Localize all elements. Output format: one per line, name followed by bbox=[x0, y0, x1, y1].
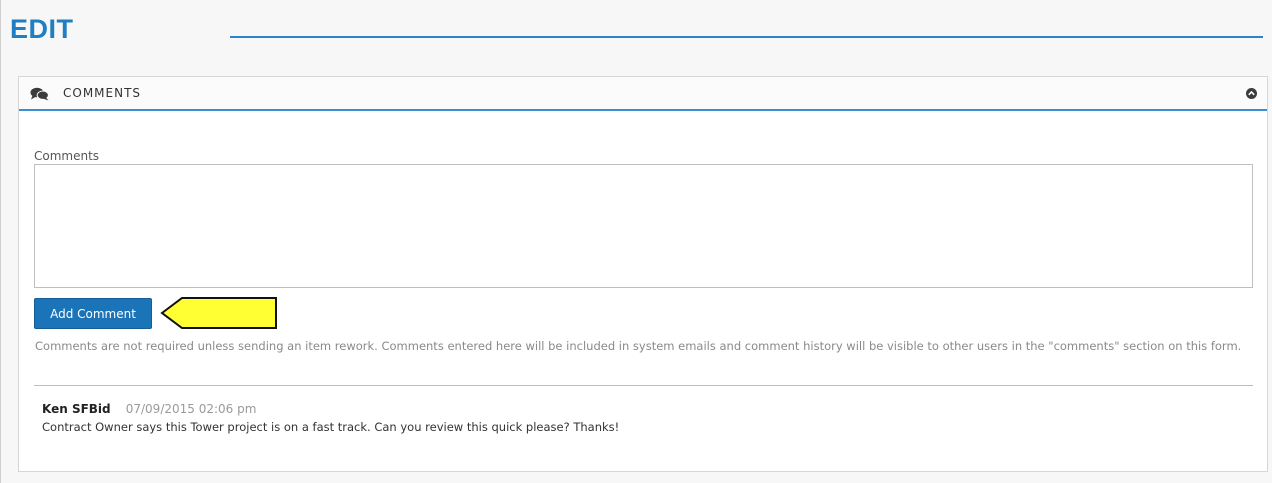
comment-history-item: Ken SFBid 07/09/2015 02:06 pm Contract O… bbox=[42, 398, 1242, 434]
comments-label: Comments bbox=[34, 149, 100, 163]
page-title: EDIT bbox=[10, 14, 74, 44]
comments-panel-header[interactable]: COMMENTS bbox=[19, 77, 1267, 111]
comment-text: Contract Owner says this Tower project i… bbox=[42, 420, 620, 434]
comments-textarea[interactable] bbox=[34, 164, 1253, 288]
add-comment-button[interactable]: Add Comment bbox=[34, 298, 152, 329]
chevron-up-circle-icon[interactable] bbox=[1246, 88, 1257, 99]
panel-title: COMMENTS bbox=[63, 86, 142, 100]
title-divider bbox=[230, 36, 1263, 38]
highlight-arrow-annotation bbox=[160, 297, 277, 329]
comments-divider bbox=[34, 385, 1253, 386]
comments-icon bbox=[30, 87, 49, 101]
comment-author: Ken SFBid bbox=[42, 402, 111, 416]
comment-date: 07/09/2015 02:06 pm bbox=[125, 402, 257, 416]
comments-panel: COMMENTS Comments Add Comment Comments a… bbox=[18, 76, 1268, 472]
edit-screen: EDIT COMMENTS Comments Add Comment Comme… bbox=[0, 0, 1272, 483]
comment-meta: Ken SFBid 07/09/2015 02:06 pm bbox=[42, 398, 1242, 417]
comments-help-text: Comments are not required unless sending… bbox=[35, 339, 1242, 353]
